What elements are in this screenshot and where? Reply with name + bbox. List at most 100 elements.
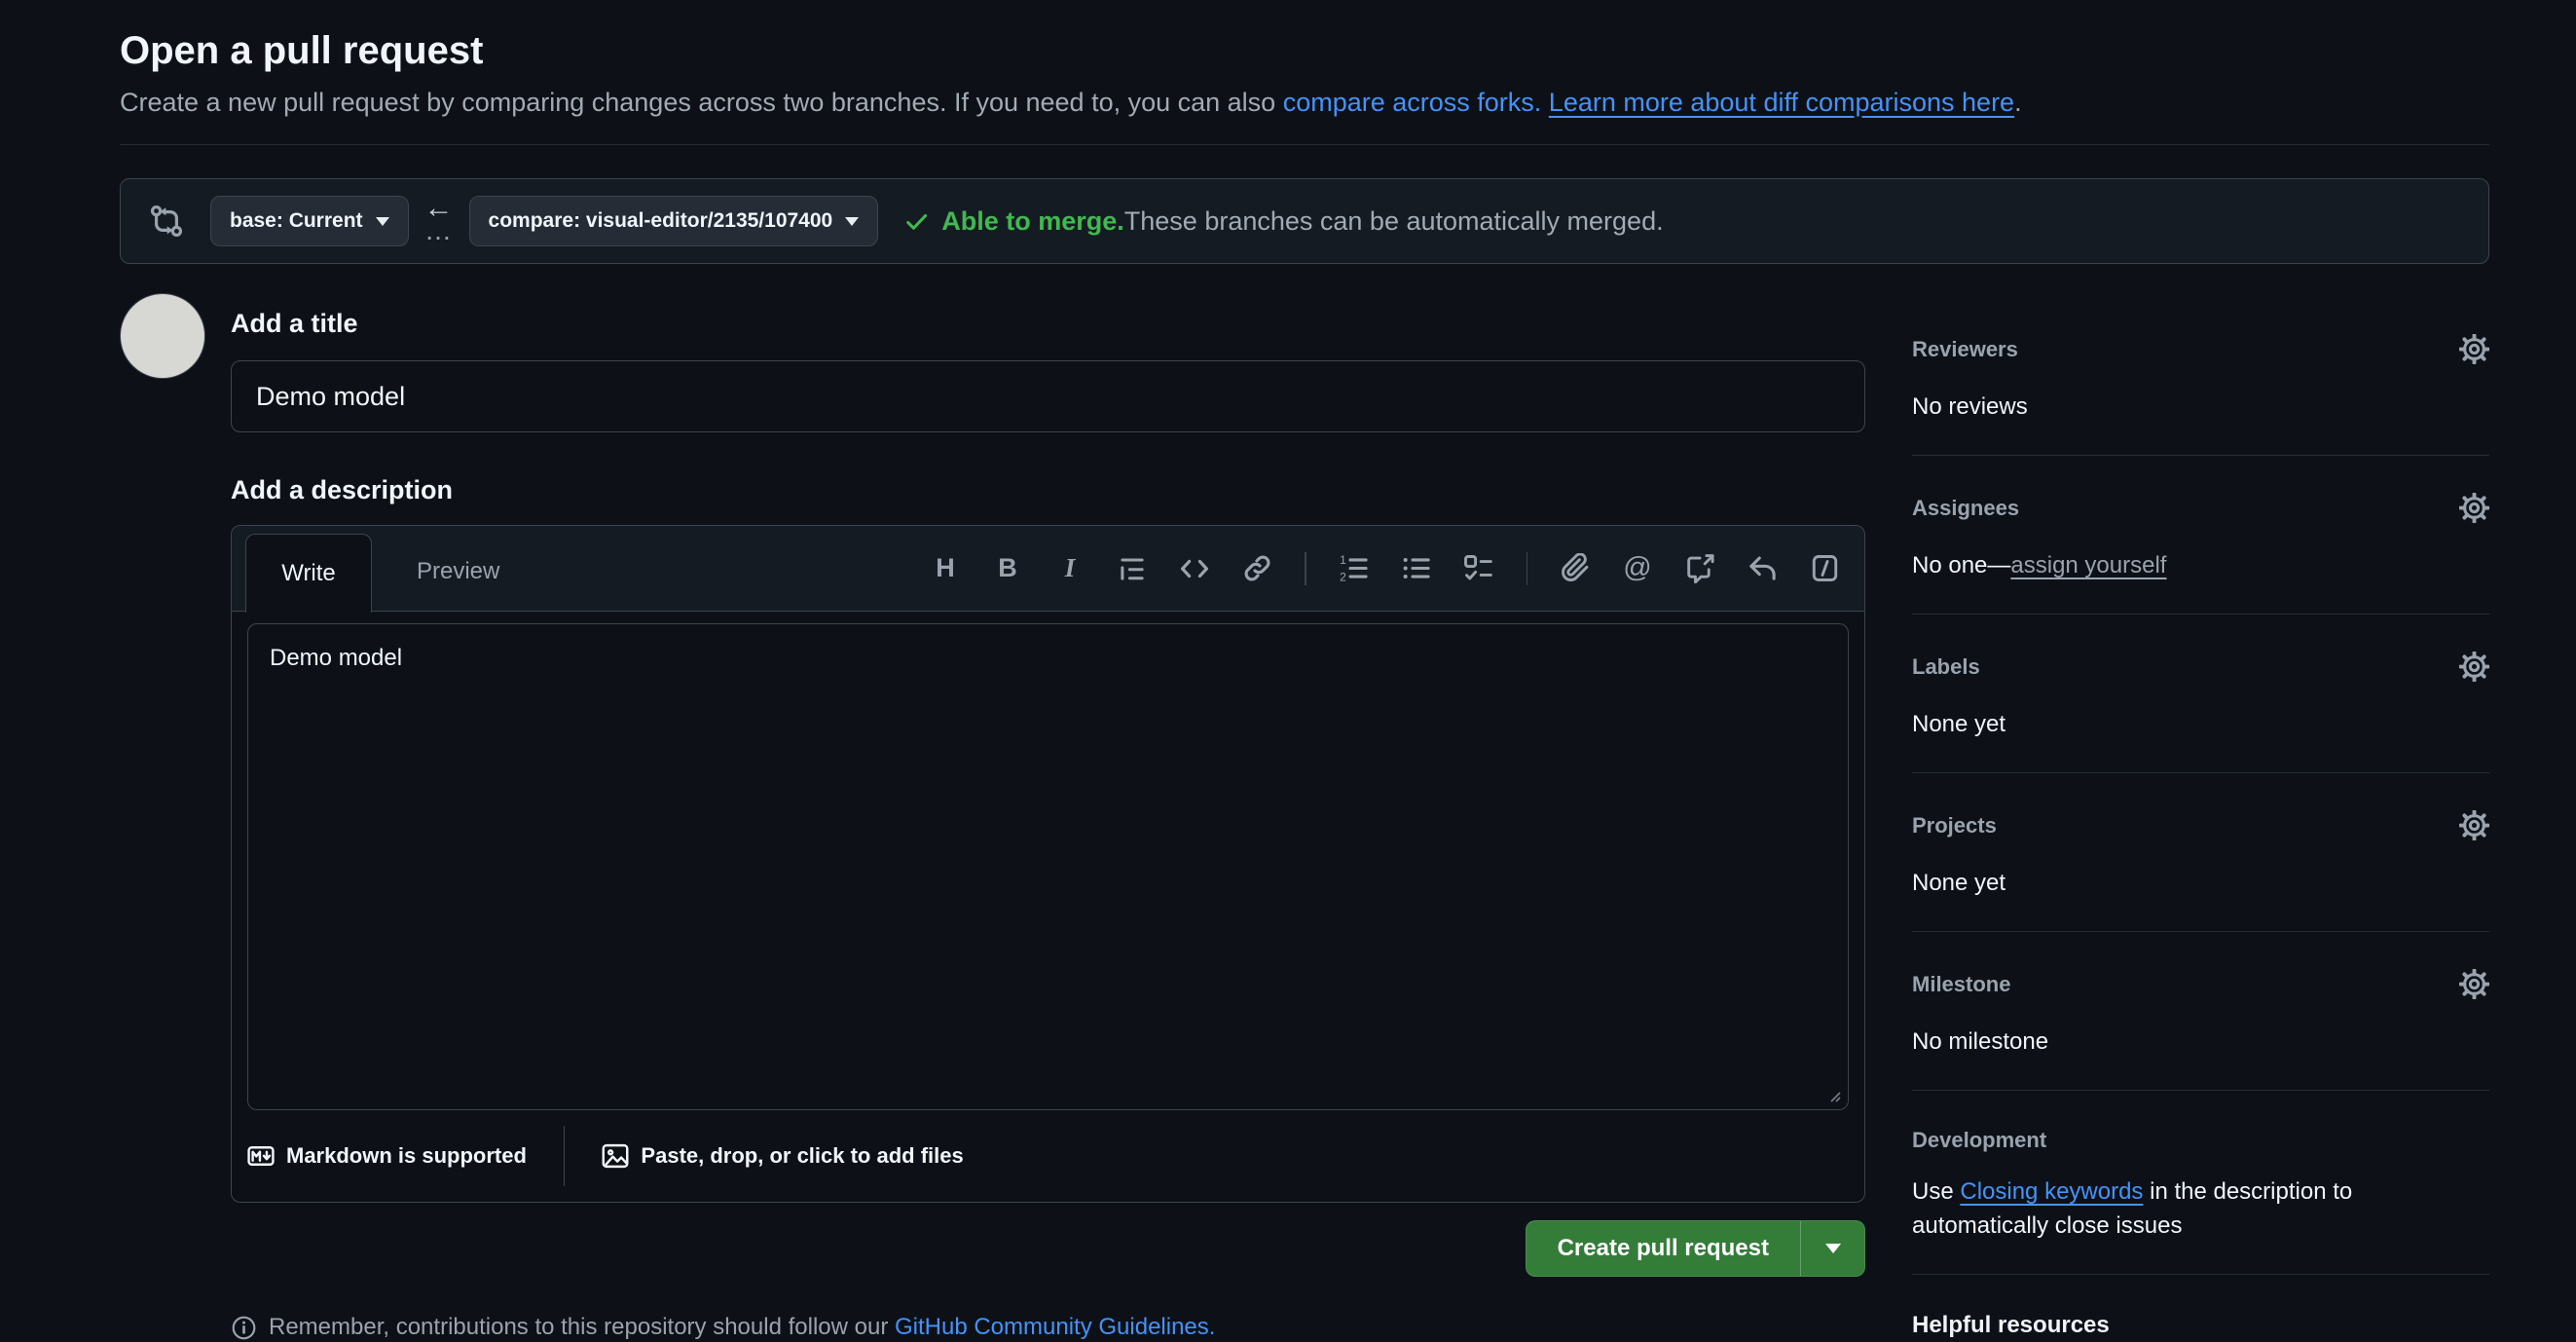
markdown-editor: Write Preview H B I xyxy=(231,525,1865,1203)
title-input[interactable] xyxy=(231,360,1865,432)
markdown-toolbar: H B I 12 xyxy=(929,526,1841,611)
milestone-settings-button[interactable] xyxy=(2459,969,2489,999)
development-label: Development xyxy=(1912,1128,2046,1153)
attach-files-label: Paste, drop, or click to add files xyxy=(641,1143,963,1169)
milestone-label: Milestone xyxy=(1912,972,2010,997)
compare-direction: ← … xyxy=(424,194,454,244)
assignees-value: No one— xyxy=(1912,552,2010,578)
chevron-down-icon xyxy=(376,217,389,226)
tab-write[interactable]: Write xyxy=(245,534,372,613)
mention-icon[interactable]: @ xyxy=(1621,552,1654,585)
pr-sidebar: Reviewers No reviews Assignees No one—as… xyxy=(1912,293,2489,1342)
markdown-icon xyxy=(247,1142,275,1170)
markdown-supported-label: Markdown is supported xyxy=(286,1143,527,1169)
editor-footer: Markdown is supported Paste, drop, or cl… xyxy=(247,1126,1849,1186)
avatar xyxy=(120,293,205,379)
sidebar-section-labels: Labels None yet xyxy=(1912,615,2489,773)
cross-reference-icon[interactable] xyxy=(1683,552,1716,585)
svg-text:1: 1 xyxy=(1340,553,1346,567)
code-icon[interactable] xyxy=(1178,552,1211,585)
quote-icon[interactable] xyxy=(1116,552,1149,585)
unordered-list-icon[interactable] xyxy=(1400,552,1433,585)
info-icon xyxy=(231,1315,257,1341)
gear-icon xyxy=(2459,652,2489,682)
merge-status-title: Able to merge. xyxy=(941,206,1124,237)
gear-icon xyxy=(2459,969,2489,999)
page-subtitle: Create a new pull request by comparing c… xyxy=(120,86,2489,119)
pull-request-form: Add a title Add a description Write Prev… xyxy=(231,293,1865,1342)
editor-body: Demo model Markdown is supported xyxy=(232,612,1864,1202)
markdown-supported-button[interactable]: Markdown is supported xyxy=(247,1142,527,1170)
community-guidelines-link[interactable]: GitHub Community Guidelines. xyxy=(895,1314,1215,1340)
heading-icon[interactable]: H xyxy=(929,552,962,585)
subtitle-text: Create a new pull request by comparing c… xyxy=(120,88,1283,117)
footer-divider xyxy=(564,1126,566,1186)
toolbar-divider xyxy=(1305,552,1306,585)
ellipsis-icon: … xyxy=(424,217,453,244)
helpful-resources-label: Helpful resources xyxy=(1912,1312,2110,1339)
merge-status-detail: These branches can be automatically merg… xyxy=(1124,206,1664,237)
italic-icon[interactable]: I xyxy=(1053,552,1086,585)
sidebar-section-reviewers: Reviewers No reviews xyxy=(1912,293,2489,456)
diff-comparisons-link[interactable]: Learn more about diff comparisons here xyxy=(1549,88,2014,117)
ordered-list-icon[interactable]: 12 xyxy=(1338,552,1371,585)
assignees-settings-button[interactable] xyxy=(2459,493,2489,523)
sidebar-section-milestone: Milestone No milestone xyxy=(1912,932,2489,1091)
base-branch-label: base: Current xyxy=(230,209,363,233)
description-label: Add a description xyxy=(231,475,1865,505)
compare-branch-label: compare: visual-editor/2135/107400 xyxy=(489,209,833,233)
attach-files-button[interactable]: Paste, drop, or click to add files xyxy=(602,1142,963,1170)
sidebar-section-development: Development Use Closing keywords in the … xyxy=(1912,1091,2489,1275)
reply-icon[interactable] xyxy=(1746,552,1779,585)
paperclip-icon[interactable] xyxy=(1559,552,1592,585)
link-icon[interactable] xyxy=(1240,552,1273,585)
gear-icon xyxy=(2459,493,2489,523)
check-icon xyxy=(903,208,930,235)
reviewers-value: No reviews xyxy=(1912,390,2489,424)
sidebar-section-projects: Projects None yet xyxy=(1912,773,2489,932)
open-pull-request-page: Open a pull request Create a new pull re… xyxy=(0,0,2576,1342)
compare-across-forks-link[interactable]: compare across forks xyxy=(1283,88,1534,117)
git-compare-icon xyxy=(150,205,183,238)
content-row: Add a title Add a description Write Prev… xyxy=(120,293,2489,1342)
reviewers-settings-button[interactable] xyxy=(2459,334,2489,364)
compare-branch-button[interactable]: compare: visual-editor/2135/107400 xyxy=(469,196,879,246)
branch-compare-bar: base: Current ← … compare: visual-editor… xyxy=(120,178,2489,264)
assign-yourself-link[interactable]: assign yourself xyxy=(2010,552,2166,578)
slash-command-icon[interactable] xyxy=(1808,552,1841,585)
projects-label: Projects xyxy=(1912,813,1997,839)
sidebar-section-assignees: Assignees No one—assign yourself xyxy=(1912,456,2489,615)
bold-icon[interactable]: B xyxy=(991,552,1024,585)
tab-preview[interactable]: Preview xyxy=(372,532,544,611)
reviewers-label: Reviewers xyxy=(1912,337,2018,362)
page-title: Open a pull request xyxy=(120,27,2489,74)
labels-settings-button[interactable] xyxy=(2459,652,2489,682)
projects-settings-button[interactable] xyxy=(2459,810,2489,840)
gear-icon xyxy=(2459,334,2489,364)
contribution-note-text: Remember, contributions to this reposito… xyxy=(269,1314,895,1340)
editor-header: Write Preview H B I xyxy=(232,526,1864,612)
header-divider xyxy=(120,144,2489,145)
svg-text:2: 2 xyxy=(1340,570,1346,583)
contribution-note: Remember, contributions to this reposito… xyxy=(231,1312,1865,1342)
subtitle-separator: . xyxy=(1534,88,1549,117)
labels-value: None yet xyxy=(1912,707,2489,741)
create-pull-request-split-button: Create pull request xyxy=(1526,1220,1865,1277)
merge-status: Able to merge. These branches can be aut… xyxy=(903,206,1663,237)
labels-label: Labels xyxy=(1912,654,1980,680)
closing-keywords-link[interactable]: Closing keywords xyxy=(1960,1178,2143,1205)
base-branch-button[interactable]: base: Current xyxy=(210,196,409,246)
description-textarea[interactable]: Demo model xyxy=(247,623,1849,1110)
chevron-down-icon xyxy=(845,217,859,226)
gear-icon xyxy=(2459,810,2489,840)
assignees-label: Assignees xyxy=(1912,496,2019,521)
tasklist-icon[interactable] xyxy=(1462,552,1495,585)
image-icon xyxy=(602,1142,629,1170)
sidebar-section-helpful-resources: Helpful resources GitHub Community Guide… xyxy=(1912,1275,2489,1342)
create-pull-request-button[interactable]: Create pull request xyxy=(1527,1221,1800,1276)
milestone-value: No milestone xyxy=(1912,1025,2489,1059)
chevron-down-icon xyxy=(1825,1244,1841,1253)
create-pull-request-dropdown[interactable] xyxy=(1800,1221,1864,1276)
subtitle-period: . xyxy=(2014,88,2022,117)
development-text: Use xyxy=(1912,1178,1960,1205)
